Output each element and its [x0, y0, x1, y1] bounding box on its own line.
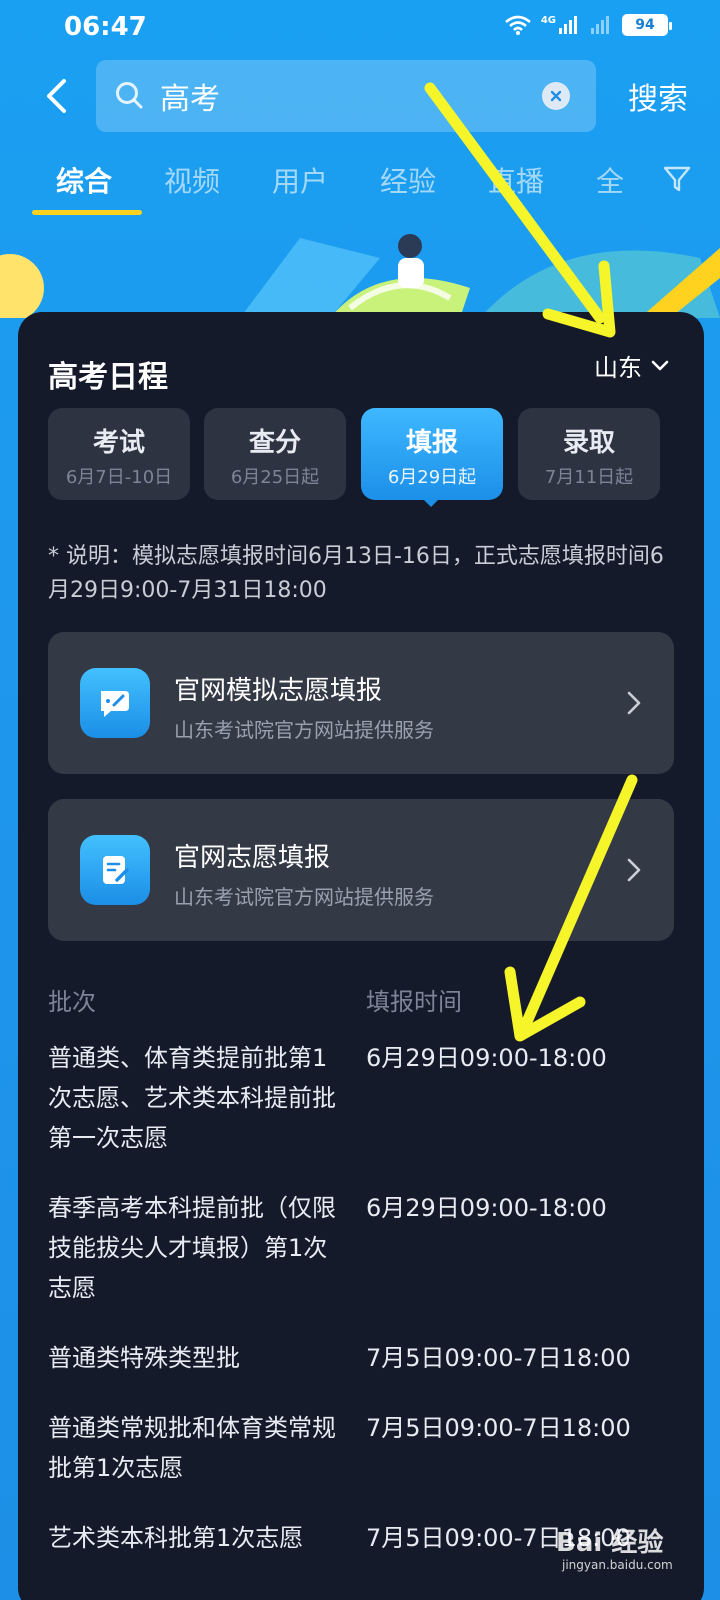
watermark-url: jingyan.baidu.com	[562, 1558, 673, 1572]
tab-experience[interactable]: 经验	[380, 160, 436, 200]
banner-illustration	[0, 218, 720, 318]
tab-live[interactable]: 直播	[488, 160, 544, 200]
filter-icon[interactable]	[662, 164, 692, 194]
stage-date: 6月7日-10日	[65, 467, 173, 488]
service-title: 官网志愿填报	[174, 843, 331, 873]
gaokao-schedule-card: 高考日程 山东 考试 6月7日-10日 查分 6月25日起 填报 6月29日起 …	[18, 312, 704, 1600]
row-time: 7月5日09:00-7日18:00	[366, 1414, 631, 1442]
tab-users[interactable]: 用户	[272, 160, 328, 200]
category-tabs: 综合 视频 用户 经验 直播 全	[0, 150, 720, 220]
network-type: 4G	[540, 14, 556, 26]
banner-art	[0, 234, 720, 318]
back-button[interactable]	[36, 72, 76, 120]
search-box[interactable]	[96, 60, 596, 132]
service-mock-application[interactable]: 官网模拟志愿填报 山东考试院官方网站提供服务	[48, 632, 674, 774]
watermark-text: Bai 经验	[556, 1528, 664, 1558]
wifi-icon	[504, 15, 531, 35]
stage-label: 录取	[562, 428, 615, 458]
service-title: 官网模拟志愿填报	[174, 676, 383, 706]
row-time: 6月29日09:00-18:00	[366, 1194, 607, 1222]
stage-date: 7月11日起	[544, 467, 634, 488]
status-time: 06:47	[64, 12, 147, 42]
row-batch: 春季高考本科提前批（仅限技能拔尖人才填报）第1次志愿	[48, 1194, 336, 1302]
tab-video[interactable]: 视频	[164, 160, 220, 200]
row-time: 7月5日09:00-7日18:00	[366, 1344, 631, 1372]
region-label: 山东	[594, 354, 642, 382]
document-edit-icon	[80, 835, 150, 905]
signal-icon	[559, 16, 577, 34]
service-subtitle: 山东考试院官方网站提供服务	[174, 885, 434, 909]
chat-edit-icon	[80, 668, 150, 738]
tab-comprehensive[interactable]: 综合	[56, 160, 112, 200]
stage-tab-admission[interactable]: 录取 7月11日起	[518, 408, 660, 500]
status-bar: 06:47 4G 94	[0, 0, 720, 52]
stage-tab-application[interactable]: 填报 6月29日起	[361, 408, 503, 500]
clear-search-button[interactable]	[542, 82, 570, 110]
row-batch: 普通类常规批和体育类常规批第1次志愿	[48, 1414, 336, 1482]
service-subtitle: 山东考试院官方网站提供服务	[174, 718, 434, 742]
search-button[interactable]: 搜索	[628, 74, 688, 118]
chevron-right-icon	[627, 691, 641, 715]
table-header-time: 填报时间	[366, 988, 462, 1016]
baidu-watermark: Bai 经验 jingyan.baidu.com	[556, 1522, 716, 1582]
search-icon	[116, 82, 143, 109]
table-header-batch: 批次	[48, 988, 96, 1016]
region-selector[interactable]: 山东	[594, 348, 670, 383]
row-batch: 普通类、体育类提前批第1次志愿、艺术类本科提前批第一次志愿	[48, 1044, 336, 1152]
close-icon	[550, 90, 562, 102]
stage-tab-scores[interactable]: 查分 6月25日起	[204, 408, 346, 500]
stage-tab-exam[interactable]: 考试 6月7日-10日	[48, 408, 190, 500]
active-stage-pointer	[422, 498, 440, 507]
signal-icon-2	[591, 16, 609, 34]
service-official-application[interactable]: 官网志愿填报 山东考试院官方网站提供服务	[48, 799, 674, 941]
search-input[interactable]	[160, 74, 520, 118]
schedule-note: * 说明：模拟志愿填报时间6月13日-16日，正式志愿填报时间6月29日9:00…	[48, 544, 664, 603]
active-tab-indicator	[32, 210, 142, 215]
status-icons: 4G 94	[504, 14, 672, 36]
chevron-left-icon	[47, 79, 66, 113]
stage-label: 考试	[92, 428, 145, 458]
stage-date: 6月25日起	[230, 467, 320, 488]
row-batch: 普通类特殊类型批	[48, 1344, 240, 1372]
row-batch: 艺术类本科批第1次志愿	[48, 1524, 304, 1552]
tab-all[interactable]: 全	[596, 160, 624, 200]
chevron-down-icon	[651, 360, 669, 370]
chevron-right-icon	[627, 858, 641, 882]
stage-label: 查分	[248, 428, 301, 458]
stage-date: 6月29日起	[387, 467, 477, 488]
stage-label: 填报	[405, 428, 458, 458]
card-title: 高考日程	[48, 360, 168, 395]
battery-icon: 94	[622, 14, 672, 36]
row-time: 6月29日09:00-18:00	[366, 1044, 607, 1072]
